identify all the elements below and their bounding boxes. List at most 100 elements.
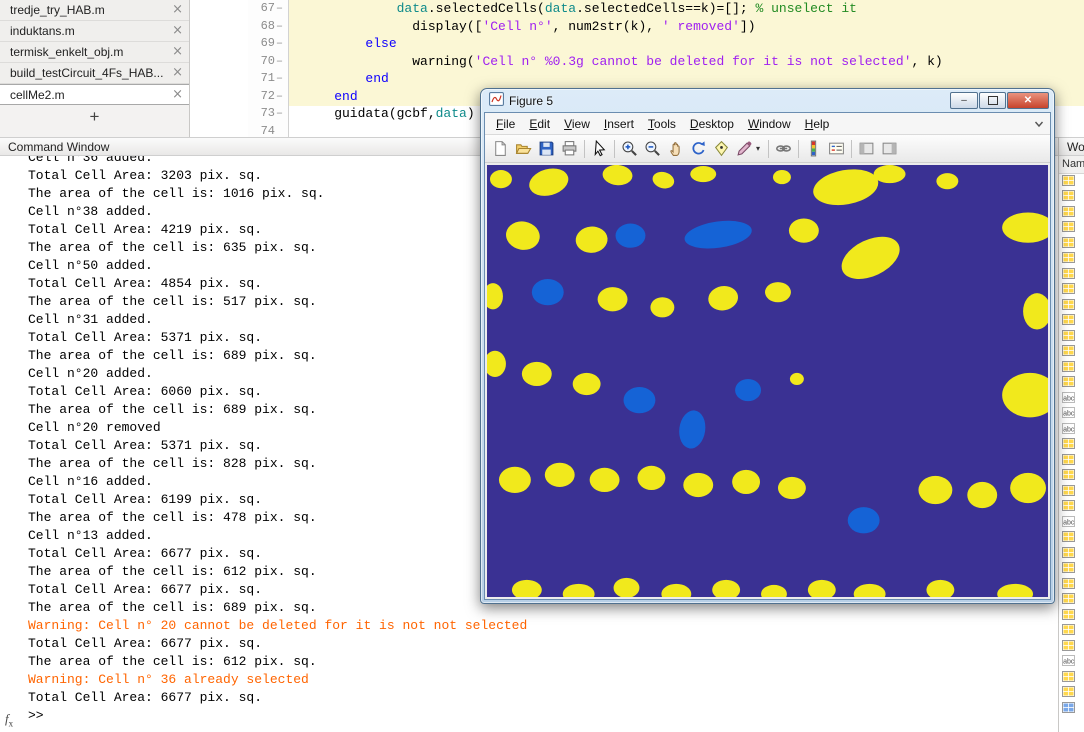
cell-blob-yellow[interactable] <box>1010 472 1047 504</box>
new-file-button[interactable]: + <box>0 105 189 129</box>
new-figure-button[interactable] <box>489 138 512 160</box>
maximize-button[interactable] <box>979 92 1006 109</box>
tab-close-icon[interactable]: × <box>172 0 183 20</box>
link-plot-button[interactable] <box>772 138 795 160</box>
workspace-row[interactable] <box>1059 639 1084 655</box>
workspace-row[interactable] <box>1059 624 1084 640</box>
file-tab[interactable]: induktans.m × <box>0 21 189 42</box>
menu-item-view[interactable]: View <box>557 115 597 133</box>
cell-blob-yellow[interactable] <box>732 469 761 495</box>
workspace-row[interactable] <box>1059 329 1084 345</box>
workspace-row[interactable]: abc <box>1059 391 1084 407</box>
code-line[interactable]: end <box>289 70 1084 88</box>
workspace-header[interactable]: Wo <box>1059 137 1084 156</box>
workspace-row[interactable] <box>1059 205 1084 221</box>
cell-blob-yellow[interactable] <box>544 462 575 487</box>
file-tab[interactable]: build_testCircuit_4Fs_HAB... × <box>0 63 189 84</box>
cell-blob-yellow[interactable] <box>873 165 906 184</box>
brush-button[interactable] <box>733 138 756 160</box>
cell-blob-yellow[interactable] <box>637 465 666 491</box>
cell-blob-selected-blue[interactable] <box>531 279 564 306</box>
workspace-row[interactable] <box>1059 236 1084 252</box>
workspace-row[interactable] <box>1059 686 1084 702</box>
print-figure-button[interactable] <box>558 138 581 160</box>
file-tab[interactable]: cellMe2.m × <box>0 84 189 105</box>
workspace-row[interactable] <box>1059 252 1084 268</box>
workspace-row[interactable]: abc <box>1059 422 1084 438</box>
code-line[interactable]: warning('Cell n° %0.3g cannot be deleted… <box>289 53 1084 71</box>
cursor-button[interactable] <box>588 138 611 160</box>
workspace-row[interactable] <box>1059 221 1084 237</box>
menu-item-tools[interactable]: Tools <box>641 115 683 133</box>
workspace-row[interactable] <box>1059 283 1084 299</box>
workspace-row[interactable]: abc <box>1059 515 1084 531</box>
menu-item-window[interactable]: Window <box>741 115 798 133</box>
workspace-row[interactable] <box>1059 531 1084 547</box>
zoom-in-button[interactable] <box>618 138 641 160</box>
open-file-button[interactable] <box>512 138 535 160</box>
code-line[interactable]: else <box>289 35 1084 53</box>
brush-dropdown-icon[interactable]: ▾ <box>756 144 765 153</box>
zoom-out-button[interactable] <box>641 138 664 160</box>
pan-button[interactable] <box>664 138 687 160</box>
file-tab[interactable]: termisk_enkelt_obj.m × <box>0 42 189 63</box>
workspace-row[interactable] <box>1059 267 1084 283</box>
cell-blob-yellow[interactable] <box>918 475 953 505</box>
command-prompt[interactable]: >> <box>28 707 527 725</box>
function-hints-icon[interactable]: fx <box>5 711 13 729</box>
figure-axes[interactable] <box>485 163 1050 599</box>
menubar-chevron-icon[interactable] <box>1034 120 1044 128</box>
workspace-row[interactable] <box>1059 608 1084 624</box>
menu-item-insert[interactable]: Insert <box>597 115 641 133</box>
cell-blob-yellow[interactable] <box>789 372 804 386</box>
workspace-row[interactable]: abc <box>1059 655 1084 671</box>
data-cursor-button[interactable] <box>710 138 733 160</box>
tab-close-icon[interactable]: × <box>172 63 183 83</box>
tab-close-icon[interactable]: × <box>172 85 183 105</box>
cell-blob-yellow[interactable] <box>765 282 791 303</box>
menu-item-desktop[interactable]: Desktop <box>683 115 741 133</box>
show-plot-tools-button[interactable] <box>878 138 901 160</box>
workspace-name-column-header[interactable]: Nam <box>1059 156 1084 174</box>
workspace-row[interactable] <box>1059 546 1084 562</box>
workspace-row[interactable] <box>1059 469 1084 485</box>
workspace-row[interactable] <box>1059 360 1084 376</box>
workspace-row[interactable] <box>1059 376 1084 392</box>
cell-blob-yellow[interactable] <box>683 472 714 498</box>
cell-blob-yellow[interactable] <box>650 297 675 318</box>
workspace-row[interactable] <box>1059 314 1084 330</box>
cell-blob-yellow[interactable] <box>788 218 819 243</box>
figure-titlebar[interactable]: Figure 5 – ✕ <box>484 89 1051 112</box>
code-line[interactable]: display(['Cell n°', num2str(k), ' remove… <box>289 18 1084 36</box>
tab-close-icon[interactable]: × <box>172 42 183 62</box>
cell-blob-selected-blue[interactable] <box>735 378 762 402</box>
workspace-row[interactable] <box>1059 190 1084 206</box>
cell-blob-yellow[interactable] <box>489 170 512 189</box>
tab-close-icon[interactable]: × <box>172 21 183 41</box>
workspace-row[interactable] <box>1059 174 1084 190</box>
file-tab[interactable]: tredje_try_HAB.m × <box>0 0 189 21</box>
workspace-row[interactable] <box>1059 701 1084 717</box>
save-figure-button[interactable] <box>535 138 558 160</box>
workspace-row[interactable] <box>1059 500 1084 516</box>
workspace-row[interactable] <box>1059 577 1084 593</box>
figure-window[interactable]: Figure 5 – ✕ File Edit View Insert Tools Desk… <box>480 88 1055 604</box>
hide-plot-tools-button[interactable] <box>855 138 878 160</box>
workspace-row[interactable] <box>1059 562 1084 578</box>
workspace-row[interactable] <box>1059 453 1084 469</box>
cell-blob-yellow[interactable] <box>936 173 959 190</box>
cell-blob-yellow[interactable] <box>589 467 620 493</box>
cell-blob-selected-blue[interactable] <box>615 223 646 248</box>
cell-blob-selected-blue[interactable] <box>847 507 880 534</box>
workspace-row[interactable] <box>1059 593 1084 609</box>
minimize-button[interactable]: – <box>950 92 978 109</box>
workspace-row[interactable] <box>1059 438 1084 454</box>
workspace-row[interactable] <box>1059 484 1084 500</box>
insert-legend-button[interactable] <box>825 138 848 160</box>
menu-item-file[interactable]: File <box>489 115 522 133</box>
code-line[interactable]: data.selectedCells(data.selectedCells==k… <box>289 0 1084 18</box>
cell-blob-yellow[interactable] <box>967 481 998 509</box>
workspace-row[interactable]: abc <box>1059 407 1084 423</box>
cell-blob-yellow[interactable] <box>498 466 531 494</box>
cell-blob-yellow[interactable] <box>777 476 806 500</box>
